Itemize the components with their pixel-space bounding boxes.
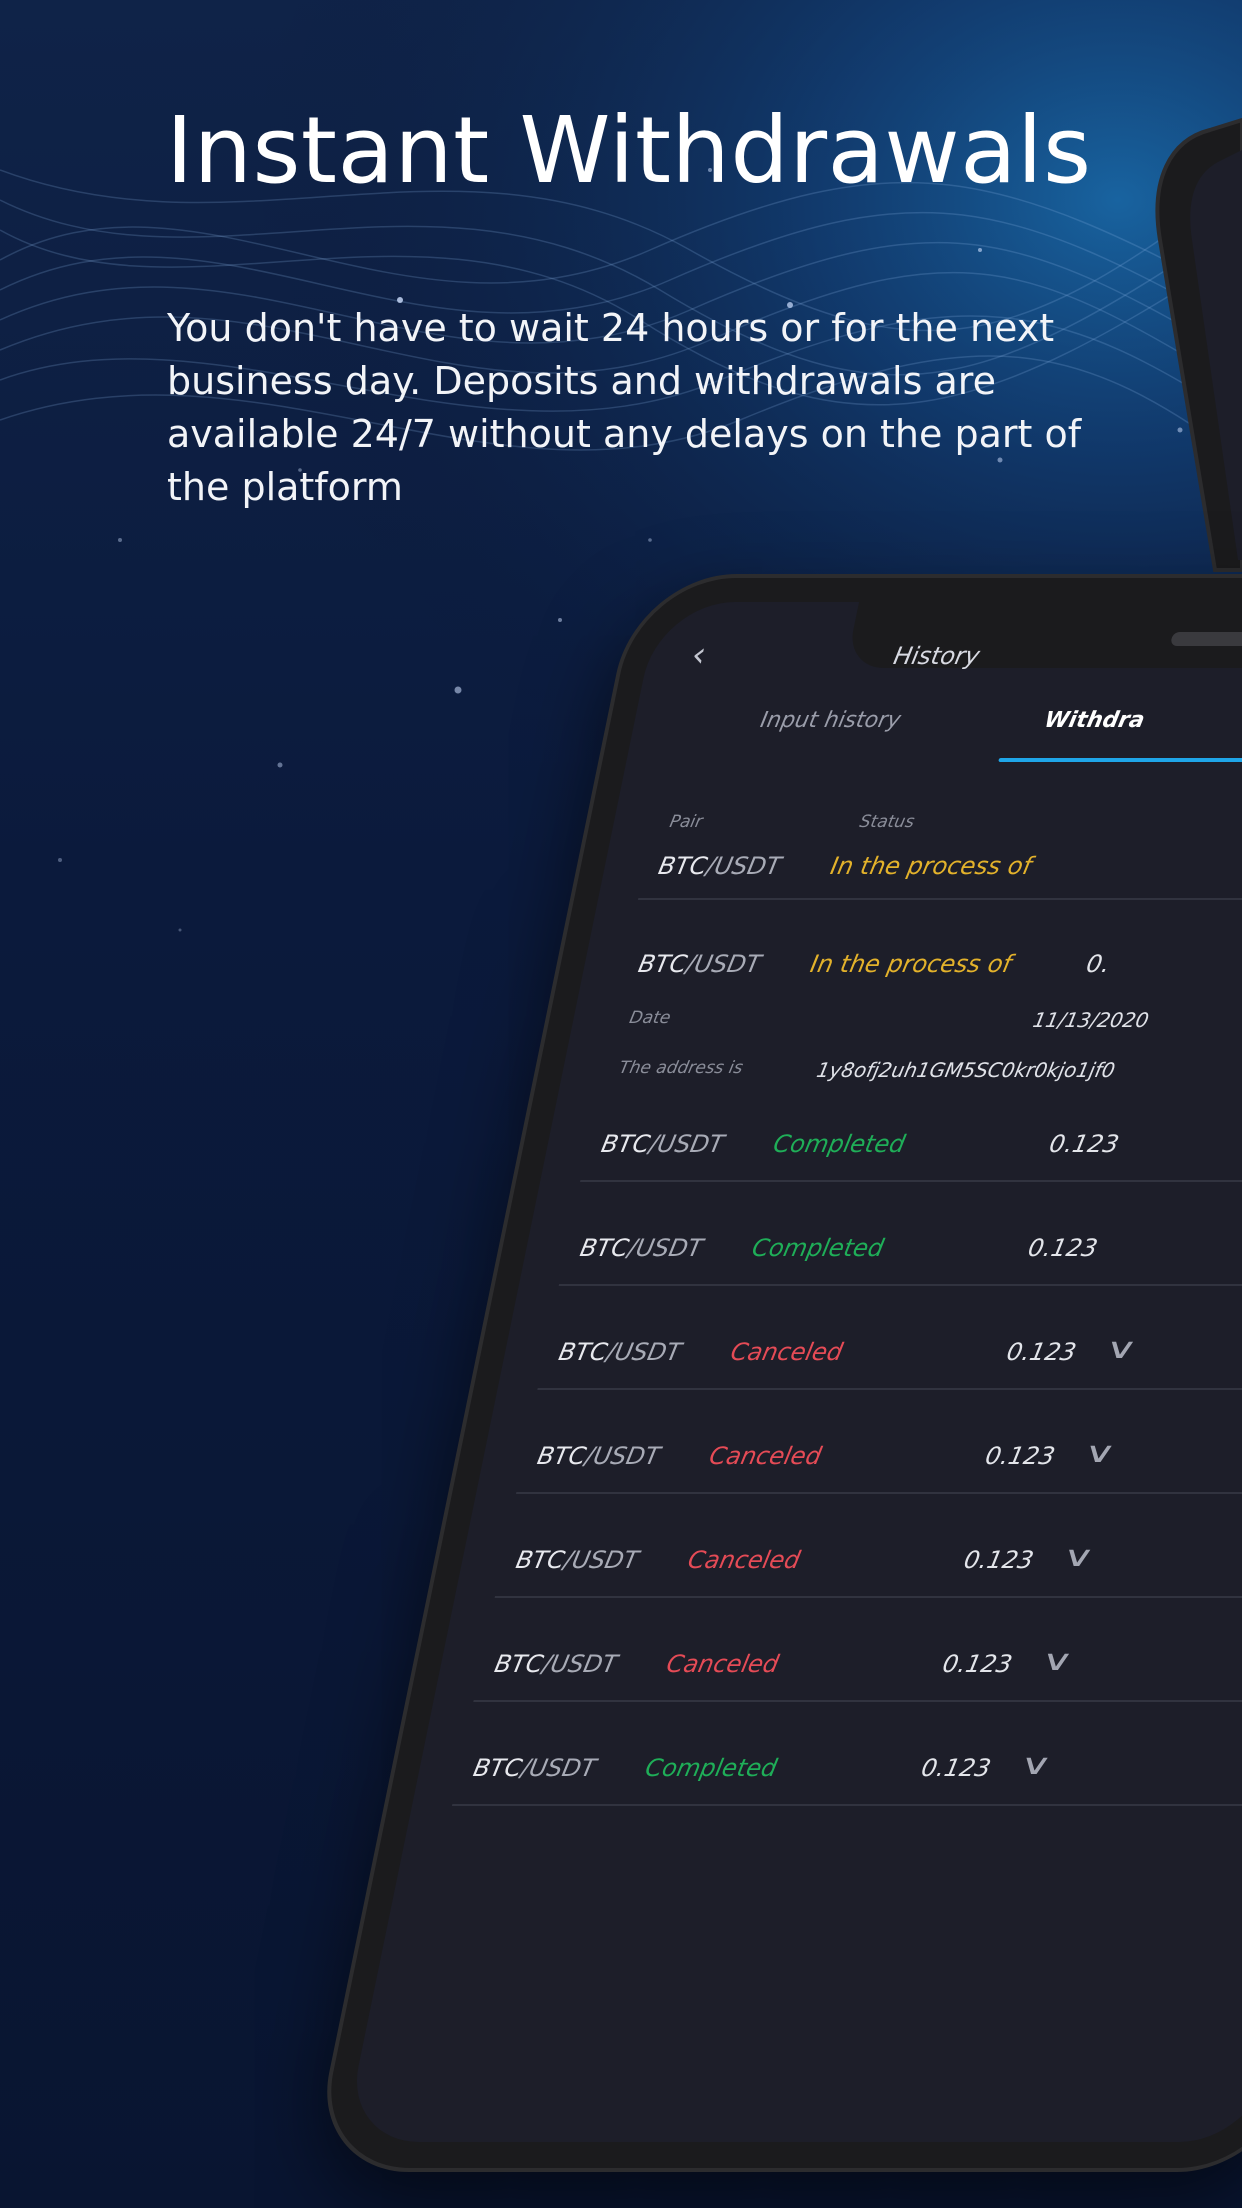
subtext: You don't have to wait 24 hours or for t… [167,306,1082,509]
headline: Instant Withdrawals [166,97,1092,204]
